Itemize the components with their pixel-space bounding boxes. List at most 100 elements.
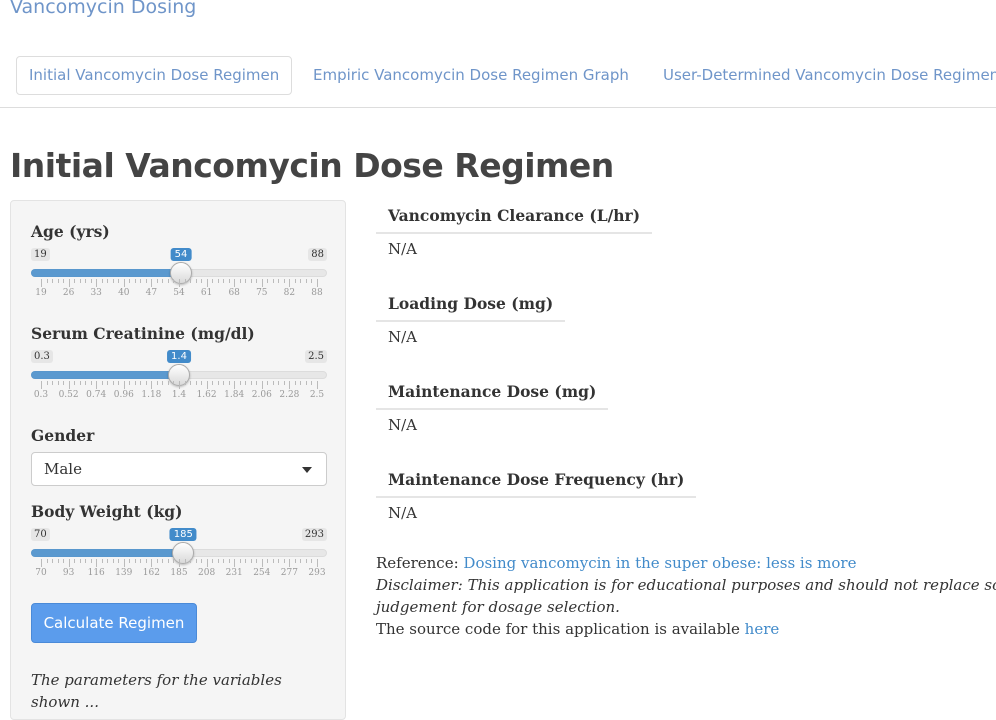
- slider-tick: [184, 279, 186, 283]
- slider-tick: [74, 559, 76, 563]
- slider-tick-label: 54: [173, 288, 185, 298]
- tab-initial-dose-regimen[interactable]: Initial Vancomycin Dose Regimen: [16, 56, 293, 95]
- reference-line: Reference: Dosing vancomycin in the supe…: [376, 552, 856, 574]
- slider-tick: [79, 381, 81, 385]
- slider-tick: [118, 279, 120, 283]
- calculate-regimen-button[interactable]: Calculate Regimen: [31, 603, 197, 643]
- slider-tick: [85, 381, 87, 385]
- slider-tick: [217, 279, 219, 283]
- slider-tick: [134, 559, 136, 563]
- slider-tick: [239, 559, 241, 563]
- slider-tick: [234, 559, 236, 567]
- slider-tick: [167, 559, 169, 563]
- slider-tick: [294, 559, 296, 563]
- disclaimer-text: This application is for educational purp…: [467, 576, 996, 594]
- slider-tick: [46, 381, 48, 385]
- slider-tick: [52, 381, 54, 385]
- slider-tick: [96, 559, 98, 567]
- slider-tick: [283, 559, 285, 563]
- age-label: Age (yrs): [31, 222, 110, 241]
- slider-tick: [261, 381, 263, 389]
- gender-select[interactable]: Male: [31, 452, 327, 486]
- slider-tick: [41, 559, 42, 567]
- weight-label: Body Weight (kg): [31, 502, 183, 521]
- slider-tick: [57, 279, 59, 283]
- slider-tick: [317, 381, 318, 389]
- slider-tick: [190, 559, 192, 563]
- slider-tick: [300, 279, 302, 283]
- tab-user-determined-regimen[interactable]: User-Determined Vancomycin Dose Regimen: [650, 56, 996, 95]
- slider-tick-label: 82: [283, 288, 296, 298]
- maintenance-frequency-heading: Maintenance Dose Frequency (hr): [376, 470, 697, 498]
- age-slider[interactable]: 19 88 54 19 26 33 40 47 54 61 68 75 82 88: [31, 248, 327, 308]
- slider-tick: [239, 279, 241, 283]
- slider-tick: [46, 279, 48, 283]
- slider-tick: [272, 559, 274, 563]
- slider-tick: [223, 381, 225, 385]
- slider-tick: [272, 279, 274, 283]
- slider-tick: [41, 381, 42, 389]
- slider-tick: [223, 559, 225, 563]
- slider-tick: [68, 381, 70, 389]
- slider-tick-label: 47: [145, 288, 158, 298]
- creatinine-max-badge: 2.5: [305, 350, 327, 363]
- slider-tick-label: 116: [87, 568, 105, 578]
- weight-min-badge: 70: [31, 528, 50, 541]
- reference-link[interactable]: Dosing vancomycin in the super obese: le…: [463, 554, 856, 572]
- input-panel: Age (yrs) 19 88 54 19 26 33 40 47 54 61 68 75 82 8…: [10, 200, 346, 720]
- slider-tick: [294, 279, 296, 283]
- creatinine-slider[interactable]: 0.3 2.5 1.4 0.3 0.52 0.74 0.96 1.18 1.4 1.62 1.…: [31, 350, 327, 410]
- slider-tick: [223, 279, 225, 283]
- creatinine-slider-fill: [31, 371, 179, 379]
- slider-tick: [261, 559, 263, 567]
- slider-tick: [300, 381, 302, 385]
- slider-tick: [317, 279, 318, 287]
- slider-tick-label: 254: [253, 568, 271, 578]
- source-link[interactable]: here: [745, 620, 780, 638]
- slider-tick: [184, 559, 186, 563]
- age-slider-fill: [31, 269, 181, 277]
- slider-tick-label: 93: [62, 568, 75, 578]
- slider-tick: [140, 279, 142, 283]
- weight-slider[interactable]: 70 293 185 70 93 116 139 162 185 208 231 254 277 2…: [31, 528, 327, 588]
- slider-tick: [245, 279, 247, 283]
- slider-tick-label: 208: [198, 568, 216, 578]
- slider-tick: [118, 381, 120, 385]
- slider-tick: [79, 559, 81, 563]
- slider-tick: [228, 279, 230, 283]
- slider-tick: [250, 381, 252, 385]
- page-title: Initial Vancomycin Dose Regimen: [10, 146, 614, 185]
- slider-tick-label: 88: [311, 288, 323, 298]
- slider-tick: [173, 279, 175, 283]
- slider-tick: [228, 559, 230, 563]
- slider-tick: [107, 381, 109, 385]
- slider-tick: [278, 279, 280, 283]
- slider-tick: [311, 279, 313, 283]
- slider-tick-label: 293: [308, 568, 326, 578]
- disclaimer-line: Disclaimer: This application is for educ…: [376, 574, 996, 596]
- slider-tick: [52, 559, 54, 563]
- slider-tick: [68, 559, 70, 567]
- slider-tick: [173, 559, 175, 563]
- slider-tick: [140, 381, 142, 385]
- slider-tick: [267, 279, 269, 283]
- slider-tick: [151, 279, 153, 287]
- slider-tick: [112, 559, 114, 563]
- tab-empiric-dose-graph[interactable]: Empiric Vancomycin Dose Regimen Graph: [300, 56, 642, 95]
- creatinine-label: Serum Creatinine (mg/dl): [31, 324, 255, 343]
- age-min-badge: 19: [31, 248, 50, 261]
- slider-tick: [63, 559, 65, 563]
- slider-tick: [201, 279, 203, 283]
- slider-tick: [267, 559, 269, 563]
- slider-tick-label: 26: [62, 288, 75, 298]
- slider-tick: [179, 381, 180, 389]
- slider-tick: [101, 559, 103, 563]
- weight-slider-fill: [31, 549, 184, 557]
- slider-tick: [201, 381, 203, 385]
- slider-tick: [134, 279, 136, 283]
- slider-tick: [212, 559, 214, 563]
- slider-tick: [195, 279, 197, 283]
- slider-tick: [63, 381, 65, 385]
- source-text: The source code for this application is …: [376, 620, 740, 638]
- age-value-badge: 54: [170, 248, 192, 261]
